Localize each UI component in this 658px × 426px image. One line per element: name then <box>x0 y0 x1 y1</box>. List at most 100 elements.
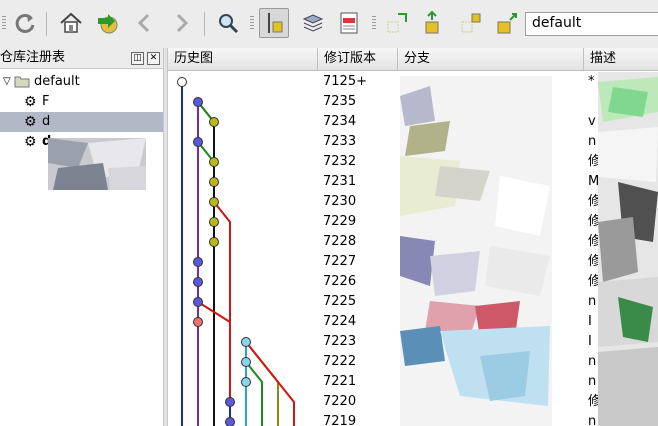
repository-select[interactable]: default <box>525 12 658 36</box>
revision-number[interactable]: 7221 <box>323 372 356 392</box>
push-icon <box>425 10 439 34</box>
obscured-region <box>598 72 658 426</box>
revision-node[interactable] <box>193 277 203 287</box>
tree-item[interactable]: ⚙ F <box>0 92 163 112</box>
revision-node[interactable] <box>209 117 219 127</box>
toolbar-grip[interactable] <box>372 16 376 30</box>
tree-root-label: default <box>34 74 80 89</box>
revision-node[interactable] <box>209 157 219 167</box>
toolbar-grip[interactable] <box>2 16 6 30</box>
home-button[interactable] <box>56 8 86 38</box>
revision-number[interactable]: 7231 <box>323 172 356 192</box>
revision-description[interactable]: * <box>588 72 595 92</box>
revision-number[interactable]: 7229 <box>323 212 356 232</box>
unknown-file-icon <box>461 13 481 33</box>
repository-registry-panel: 仓库注册表 ◫ ✕ ▽ default ⚙ F ⚙ d ⚙ d <box>0 48 163 426</box>
revision-number[interactable]: 7222 <box>323 352 356 372</box>
revision-graph-button[interactable] <box>259 8 289 38</box>
pull-icon <box>98 14 118 34</box>
repo-icon: ⚙ <box>24 94 37 110</box>
revision-description[interactable]: I <box>588 312 592 332</box>
revision-number[interactable]: 7219 <box>323 412 356 426</box>
sync-button[interactable] <box>492 8 522 38</box>
stack-button[interactable] <box>298 8 328 38</box>
revision-graph-icon <box>268 13 283 33</box>
column-description[interactable]: 描述 <box>584 48 658 70</box>
repo-icon: ⚙ <box>24 134 37 150</box>
toolbar: default <box>0 0 658 48</box>
revision-node[interactable] <box>209 177 219 187</box>
revision-number[interactable]: 7235 <box>323 92 356 112</box>
float-panel-button[interactable]: ◫ <box>131 52 144 65</box>
pull-button[interactable] <box>92 8 122 38</box>
revision-number[interactable]: 7224 <box>323 312 356 332</box>
revision-description[interactable]: n <box>588 352 596 372</box>
revision-node[interactable] <box>209 237 219 247</box>
revision-node[interactable] <box>193 257 203 267</box>
revision-node[interactable] <box>225 417 235 426</box>
revision-node[interactable] <box>209 197 219 207</box>
panel-title: 仓库注册表 <box>0 50 66 65</box>
back-button[interactable] <box>130 8 160 38</box>
obscured-region <box>48 138 146 190</box>
revision-number[interactable]: 7228 <box>323 232 356 252</box>
revision-history-view: 历史图 修订版本 分支 描述 7125+ 7235 7234 7233 7232 7231… <box>168 48 658 426</box>
revision-number[interactable]: 7233 <box>323 132 356 152</box>
revision-number[interactable]: 7225 <box>323 292 356 312</box>
expand-arrow-icon[interactable]: ▽ <box>3 72 11 92</box>
toolbar-separator <box>46 12 47 36</box>
revision-description[interactable]: n <box>588 132 596 152</box>
revision-graph <box>177 77 295 426</box>
column-branch[interactable]: 分支 <box>398 48 584 70</box>
stack-icon <box>302 14 324 32</box>
forward-button[interactable] <box>166 8 196 38</box>
find-icon <box>219 14 239 34</box>
toolbar-separator <box>204 12 205 36</box>
unknown-file-button[interactable] <box>456 8 486 38</box>
revision-node[interactable] <box>193 297 203 307</box>
revision-number[interactable]: 7234 <box>323 112 356 132</box>
graph-edge <box>245 341 295 426</box>
revision-node[interactable] <box>177 77 187 87</box>
push-button[interactable] <box>418 8 448 38</box>
revision-number[interactable]: 7230 <box>323 192 356 212</box>
add-file-button[interactable] <box>382 8 412 38</box>
toolbar-grip[interactable] <box>250 16 254 30</box>
revision-node[interactable] <box>241 357 251 367</box>
revision-node[interactable] <box>193 317 203 327</box>
refresh-icon <box>15 13 35 33</box>
log-icon <box>340 12 358 34</box>
sync-icon <box>497 13 517 34</box>
graph-edge <box>245 361 263 426</box>
find-button[interactable] <box>213 8 243 38</box>
revision-number[interactable]: 7226 <box>323 272 356 292</box>
log-button[interactable] <box>334 8 364 38</box>
revision-node[interactable] <box>225 397 235 407</box>
add-file-icon <box>387 13 407 33</box>
back-icon <box>137 13 150 33</box>
revision-number[interactable]: 7125+ <box>323 72 367 92</box>
revision-description[interactable]: I <box>588 332 592 352</box>
refresh-button[interactable] <box>10 8 40 38</box>
column-revision[interactable]: 修订版本 <box>318 48 398 70</box>
revision-node[interactable] <box>241 337 251 347</box>
revision-node[interactable] <box>193 97 203 107</box>
folder-icon <box>14 76 30 88</box>
revision-description[interactable]: n <box>588 412 596 426</box>
revision-description[interactable]: n <box>588 372 596 392</box>
revision-number[interactable]: 7232 <box>323 152 356 172</box>
revision-number[interactable]: 7227 <box>323 252 356 272</box>
tree-item-label: F <box>42 94 50 109</box>
revision-node[interactable] <box>241 377 251 387</box>
revision-number[interactable]: 7220 <box>323 392 356 412</box>
revision-node[interactable] <box>193 137 203 147</box>
forward-icon <box>176 13 189 33</box>
tree-item-label: d <box>42 114 51 129</box>
revision-description[interactable]: v <box>588 112 596 132</box>
revision-node[interactable] <box>209 217 219 227</box>
revision-number[interactable]: 7223 <box>323 332 356 352</box>
tree-item[interactable]: ⚙ d <box>0 112 163 132</box>
tree-root-row[interactable]: ▽ default <box>0 72 163 92</box>
close-panel-button[interactable]: ✕ <box>147 52 160 65</box>
revision-description[interactable]: n <box>588 292 596 312</box>
